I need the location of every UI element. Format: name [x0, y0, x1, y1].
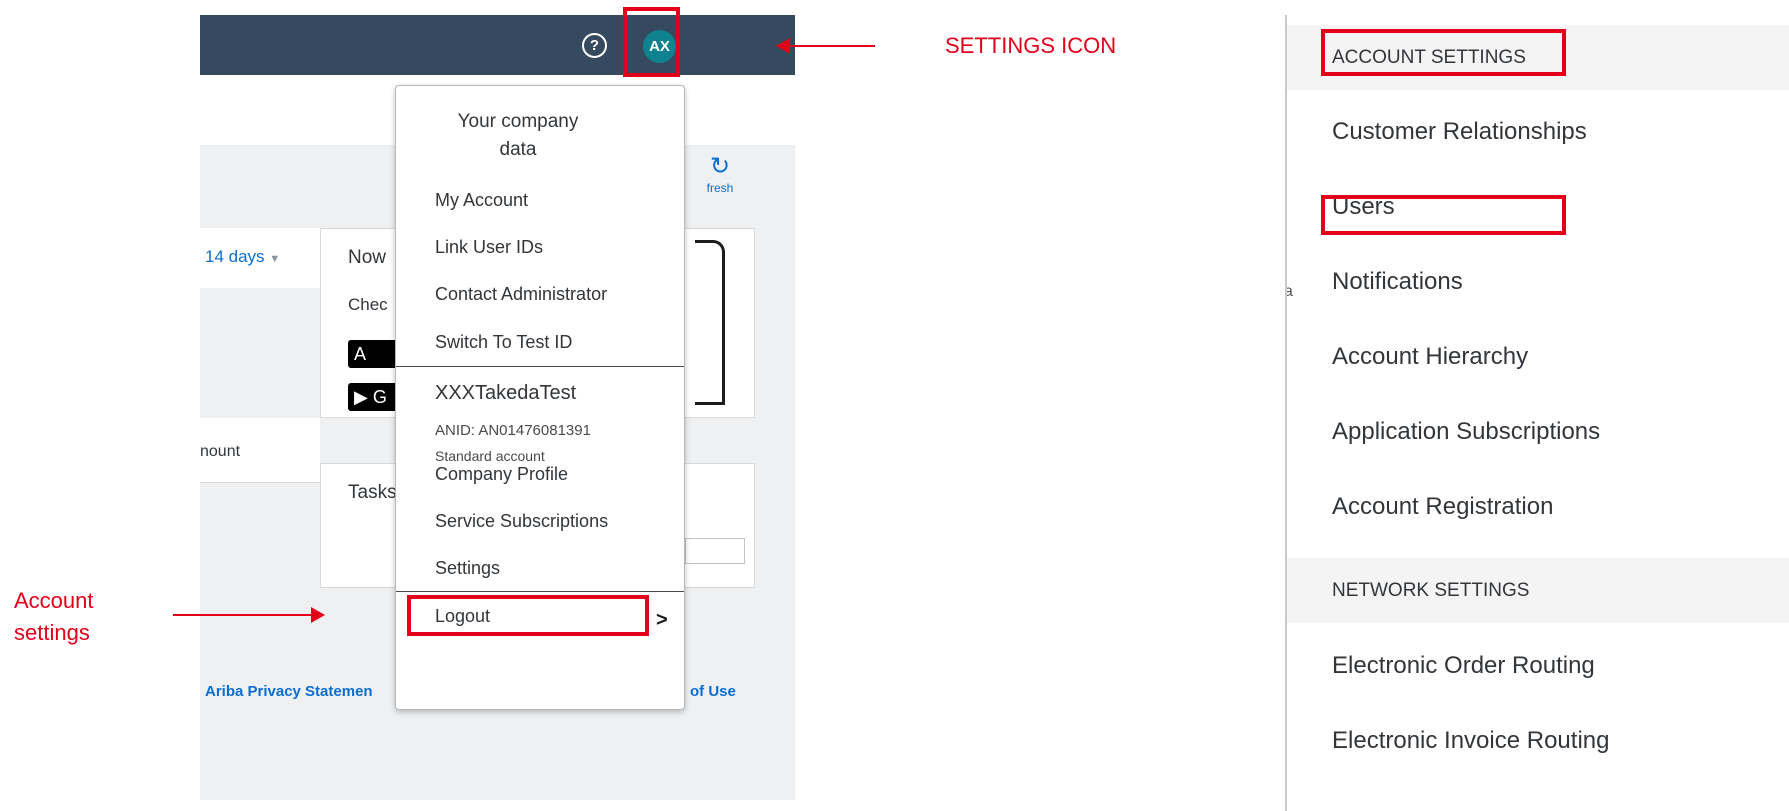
menu-item-switch-to-test-id[interactable]: Switch To Test ID: [435, 332, 572, 353]
amount-column-label: nount: [200, 443, 241, 460]
app-store-badge-text: A: [354, 344, 367, 364]
menu-item-my-account[interactable]: My Account: [435, 190, 528, 211]
menu-item-link-user-ids[interactable]: Link User IDs: [435, 237, 543, 258]
menu-item-service-subscriptions[interactable]: Service Subscriptions: [435, 511, 608, 532]
settings-item-electronic-order-routing[interactable]: Electronic Order Routing: [1332, 652, 1595, 680]
menu-item-company-profile[interactable]: Company Profile: [435, 464, 568, 485]
google-play-badge[interactable]: ▶ G: [348, 383, 400, 411]
company-data-heading-line1: Your company: [457, 111, 579, 132]
date-range-value: 14 days: [205, 247, 265, 266]
company-data-heading: Your company data: [396, 108, 640, 164]
highlight-box-users: [1321, 195, 1566, 235]
date-range-dropdown[interactable]: 14 days ▼: [205, 247, 280, 267]
settings-item-electronic-invoice-routing[interactable]: Electronic Invoice Routing: [1332, 727, 1609, 755]
company-name: XXXTakedaTest: [435, 382, 577, 404]
annotation-arrow-right: [173, 607, 325, 623]
settings-item-application-subscriptions[interactable]: Application Subscriptions: [1332, 418, 1600, 446]
company-data-heading-line2: data: [499, 139, 537, 160]
play-icon: ▶: [354, 387, 368, 407]
tasks-card-title: Tasks: [348, 482, 397, 503]
phone-illustration: [695, 240, 725, 405]
refresh-label: fresh: [706, 181, 734, 195]
help-icon[interactable]: ?: [582, 33, 607, 58]
cropped-text: a: [1287, 283, 1293, 301]
mobile-app-card-text: Chec: [348, 295, 388, 314]
company-anid: ANID: AN01476081391: [435, 422, 591, 439]
chevron-right-icon: >: [656, 609, 668, 631]
settings-item-customer-relationships[interactable]: Customer Relationships: [1332, 118, 1587, 146]
annotation-arrow-left: [776, 38, 875, 54]
annotation-account-settings: Account settings: [14, 588, 94, 645]
menu-item-settings[interactable]: Settings: [435, 558, 500, 579]
google-play-badge-text: G: [372, 387, 387, 407]
highlight-box-account-settings: [1321, 29, 1566, 76]
network-settings-section: NETWORK SETTINGS: [1287, 558, 1789, 623]
app-store-badge[interactable]: A: [348, 340, 400, 368]
network-settings-heading: NETWORK SETTINGS: [1332, 580, 1530, 601]
highlight-box-avatar: [623, 7, 680, 77]
refresh-icon: ↻: [709, 153, 731, 180]
refresh-button[interactable]: ↻ fresh: [690, 155, 750, 197]
menu-item-contact-administrator[interactable]: Contact Administrator: [435, 284, 607, 305]
mobile-app-card-title: Now: [348, 247, 387, 268]
account-type: Standard account: [435, 448, 545, 464]
settings-item-notifications[interactable]: Notifications: [1332, 268, 1463, 296]
settings-item-account-hierarchy[interactable]: Account Hierarchy: [1332, 343, 1528, 371]
highlight-box-settings: [407, 595, 649, 636]
menu-divider: [396, 591, 684, 592]
top-navigation-bar: ? AX: [200, 15, 795, 75]
ariba-dashboard-screenshot: ? AX ↻ fresh 14 days ▼ Now Chec A ▶ G no…: [200, 15, 795, 800]
privacy-statement-link[interactable]: Ariba Privacy Statemen: [205, 683, 373, 700]
terms-of-use-link[interactable]: of Use: [690, 683, 736, 700]
annotation-settings-icon: SETTINGS ICON: [945, 33, 1117, 58]
chevron-down-icon: ▼: [269, 253, 281, 265]
tasks-search-input[interactable]: [685, 538, 745, 564]
menu-divider: [396, 366, 684, 367]
settings-item-account-registration[interactable]: Account Registration: [1332, 493, 1553, 521]
settings-panel-screenshot: a ACCOUNT SETTINGS Customer Relationship…: [1285, 15, 1789, 811]
